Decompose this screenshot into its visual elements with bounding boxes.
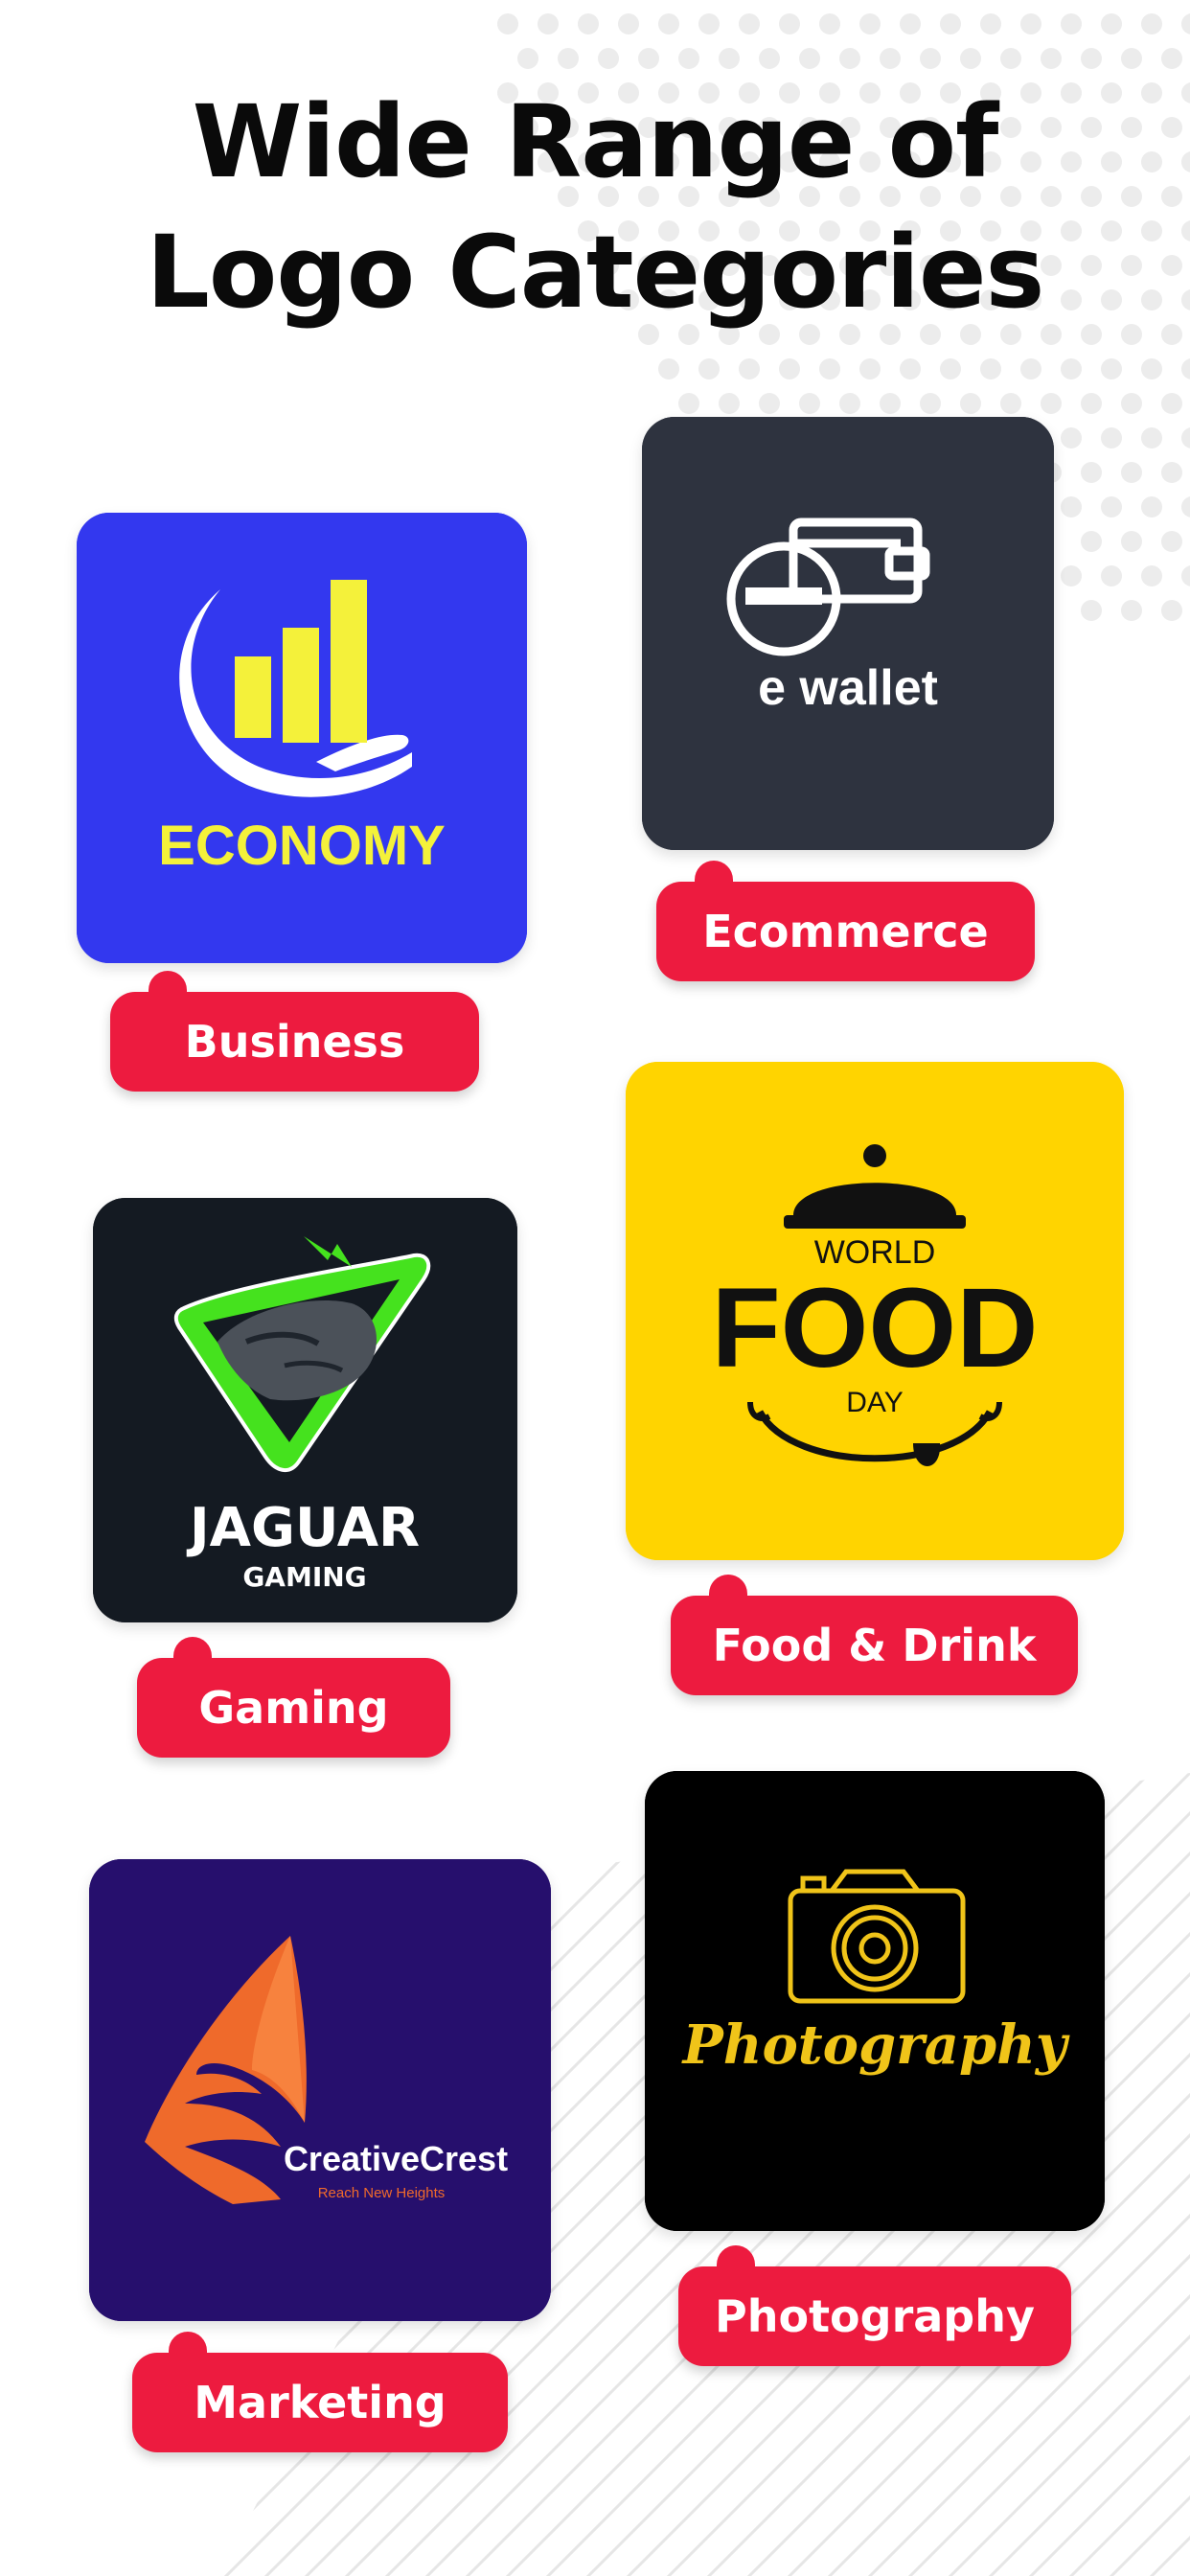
headline-line-2: Logo Categories: [146, 214, 1045, 331]
category-label-ecommerce: Ecommerce: [702, 906, 989, 957]
creative-crest-logo-sub: Reach New Heights: [318, 2185, 446, 2201]
logo-card-gaming[interactable]: JAGUAR GAMING: [93, 1198, 517, 1622]
category-label-food-drink: Food & Drink: [712, 1620, 1037, 1671]
category-pill-marketing[interactable]: Marketing: [132, 2332, 508, 2452]
jaguar-logo-sub: GAMING: [242, 1561, 366, 1593]
category-label-business: Business: [184, 1016, 405, 1068]
logo-card-ecommerce[interactable]: e wallet: [642, 417, 1054, 850]
jaguar-logo-main: JAGUAR: [186, 1497, 420, 1559]
world-food-day-logo: WORLD FOOD DAY: [626, 1062, 1124, 1560]
category-pill-gaming[interactable]: Gaming: [137, 1637, 450, 1758]
category-label-marketing: Marketing: [194, 2377, 446, 2428]
category-label-gaming: Gaming: [198, 1682, 389, 1734]
headline-line-1: Wide Range of: [192, 83, 999, 200]
creative-crest-logo-main: CreativeCrest: [284, 2139, 508, 2178]
category-pill-ecommerce[interactable]: Ecommerce: [656, 861, 1035, 981]
page-headline: Wide Range of Logo Categories: [0, 77, 1190, 337]
photography-logo-text: Photography: [681, 2013, 1070, 2077]
food-logo-main: FOOD: [712, 1265, 1039, 1392]
category-pill-food-drink[interactable]: Food & Drink: [671, 1575, 1078, 1695]
logo-card-marketing[interactable]: CreativeCrest Reach New Heights: [89, 1859, 551, 2321]
food-logo-day: DAY: [846, 1387, 903, 1418]
photography-logo: Photography: [645, 1771, 1105, 2231]
jaguar-gaming-logo: JAGUAR GAMING: [93, 1198, 517, 1622]
logo-card-food-drink[interactable]: WORLD FOOD DAY: [626, 1062, 1124, 1560]
economy-logo: ECONOMY: [77, 513, 527, 963]
category-pill-photography[interactable]: Photography: [678, 2245, 1071, 2366]
e-wallet-logo-text: e wallet: [758, 660, 938, 716]
logo-card-business[interactable]: ECONOMY: [77, 513, 527, 963]
category-pill-business[interactable]: Business: [110, 971, 479, 1092]
category-label-photography: Photography: [715, 2290, 1035, 2342]
creative-crest-logo: CreativeCrest Reach New Heights: [89, 1859, 551, 2321]
economy-logo-text: ECONOMY: [158, 815, 446, 877]
logo-card-photography[interactable]: Photography: [645, 1771, 1105, 2231]
e-wallet-logo: e wallet: [642, 417, 1054, 850]
